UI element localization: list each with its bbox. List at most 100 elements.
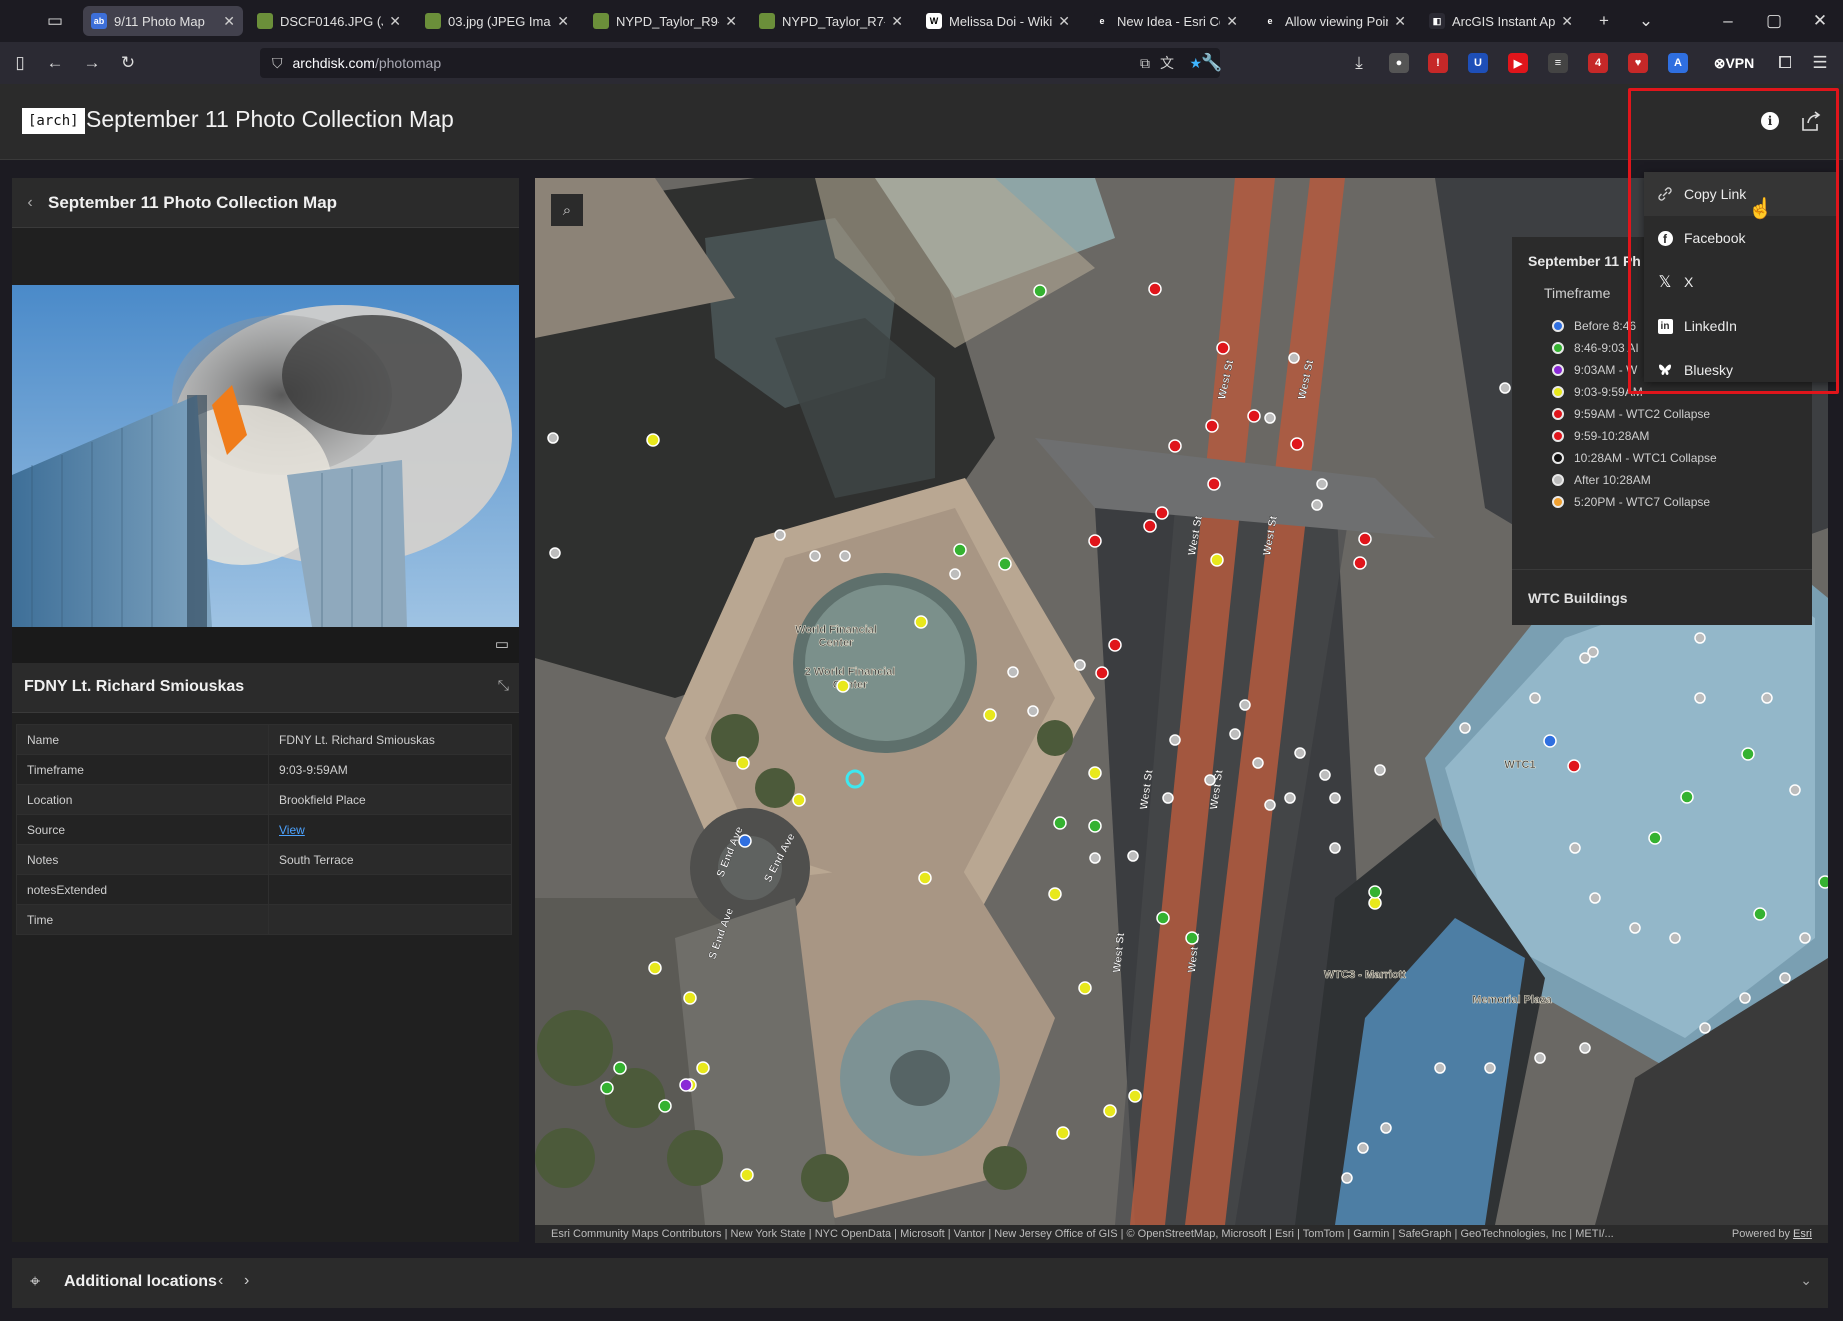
- map-point-marker[interactable]: [1007, 666, 1019, 678]
- map-point-marker[interactable]: [1264, 799, 1276, 811]
- browser-tab[interactable]: W Melissa Doi - Wikipe ✕: [918, 6, 1078, 36]
- map-point-marker[interactable]: [1484, 1062, 1496, 1074]
- next-location-chevron-icon[interactable]: ›: [244, 1272, 249, 1290]
- map-point-marker[interactable]: [1247, 409, 1261, 423]
- map-point-marker[interactable]: [1529, 692, 1541, 704]
- map-point-marker[interactable]: [1741, 747, 1755, 761]
- map-point-marker[interactable]: [1204, 774, 1216, 786]
- map-point-marker[interactable]: [1358, 532, 1372, 546]
- map-point-marker[interactable]: [1128, 1089, 1142, 1103]
- map-point-marker[interactable]: [914, 615, 928, 629]
- download-icon[interactable]: ⤓: [1347, 51, 1371, 75]
- prev-location-chevron-icon[interactable]: ‹: [218, 1272, 223, 1290]
- map-point-marker[interactable]: [839, 550, 851, 562]
- map-point-marker[interactable]: [1569, 842, 1581, 854]
- map-point-marker[interactable]: [1155, 506, 1169, 520]
- map-point-marker[interactable]: [1329, 792, 1341, 804]
- map-point-marker[interactable]: [1499, 382, 1511, 394]
- map-point-marker[interactable]: [1648, 831, 1662, 845]
- map-point-marker[interactable]: [1088, 766, 1102, 780]
- vpn-button[interactable]: ⊗ VPN: [1708, 53, 1760, 73]
- map-point-marker[interactable]: [809, 550, 821, 562]
- map-point-marker[interactable]: [1162, 792, 1174, 804]
- legend-group-wtc-buildings[interactable]: WTC Buildings: [1512, 569, 1812, 625]
- map-point-marker[interactable]: [1567, 759, 1581, 773]
- map-point-marker[interactable]: [1368, 885, 1382, 899]
- map-point-marker[interactable]: [1127, 850, 1139, 862]
- map-point-marker[interactable]: [1229, 728, 1241, 740]
- map-point-marker[interactable]: [1374, 764, 1386, 776]
- map-point-marker[interactable]: [646, 433, 660, 447]
- map-point-marker[interactable]: [983, 708, 997, 722]
- forward-icon[interactable]: →: [80, 51, 104, 75]
- map-point-marker[interactable]: [1459, 722, 1471, 734]
- reload-icon[interactable]: ↻: [116, 51, 140, 75]
- map-point-marker[interactable]: [1143, 519, 1157, 533]
- feature-photo[interactable]: [12, 285, 519, 627]
- new-tab-icon[interactable]: +: [1592, 9, 1616, 33]
- back-chevron-icon[interactable]: ‹: [12, 194, 48, 212]
- expand-chevron-icon[interactable]: ⌄: [1800, 1272, 1812, 1289]
- map-point-marker[interactable]: [1589, 892, 1601, 904]
- tab-close-icon[interactable]: ✕: [1226, 13, 1238, 30]
- map-point-marker[interactable]: [547, 432, 559, 444]
- tab-close-icon[interactable]: ✕: [389, 13, 401, 30]
- map-point-marker[interactable]: [949, 568, 961, 580]
- translate-ext-icon[interactable]: A: [1668, 53, 1688, 73]
- map-point-marker[interactable]: [1156, 911, 1170, 925]
- menu-icon[interactable]: ☰: [1808, 51, 1832, 75]
- tab-close-icon[interactable]: ✕: [1394, 13, 1406, 30]
- map-point-marker[interactable]: [1108, 638, 1122, 652]
- additional-locations-bar[interactable]: ⌖ Additional locations ‹ › ⌄: [12, 1258, 1828, 1308]
- browser-tab[interactable]: ◧ ArcGIS Instant Apps ✕: [1421, 6, 1581, 36]
- map-point-marker[interactable]: [549, 547, 561, 559]
- map-point-marker[interactable]: [1368, 896, 1382, 910]
- map-point-marker[interactable]: [1088, 819, 1102, 833]
- map-point-marker[interactable]: [1078, 981, 1092, 995]
- extension-icon-1[interactable]: ●: [1389, 53, 1409, 73]
- tab-close-icon[interactable]: ✕: [891, 13, 903, 30]
- wrench-icon[interactable]: 🔧: [1200, 51, 1224, 75]
- map-point-marker[interactable]: [658, 1099, 672, 1113]
- tab-close-icon[interactable]: ✕: [223, 13, 235, 30]
- map-point-marker[interactable]: [1739, 992, 1751, 1004]
- map-point-marker[interactable]: [679, 1078, 693, 1092]
- map-point-marker[interactable]: [998, 557, 1012, 571]
- map-point-marker[interactable]: [1543, 734, 1557, 748]
- browser-tab[interactable]: e Allow viewing Point c ✕: [1254, 6, 1414, 36]
- tab-overview-icon[interactable]: ▭: [43, 9, 67, 33]
- map-point-marker[interactable]: [1380, 1122, 1392, 1134]
- close-window-icon[interactable]: ✕: [1808, 9, 1832, 33]
- extension-icon-5[interactable]: ≡: [1548, 53, 1568, 73]
- map-point-marker[interactable]: [1053, 816, 1067, 830]
- map-point-marker[interactable]: [1210, 553, 1224, 567]
- map-point-marker[interactable]: [1579, 1042, 1591, 1054]
- back-icon[interactable]: ←: [43, 51, 67, 75]
- map-point-marker[interactable]: [1534, 1052, 1546, 1064]
- map-point-marker[interactable]: [1048, 887, 1062, 901]
- map-point-marker[interactable]: [1316, 478, 1328, 490]
- map-point-marker[interactable]: [836, 679, 850, 693]
- map-point-marker[interactable]: [1311, 499, 1323, 511]
- map-point-marker[interactable]: [1694, 632, 1706, 644]
- map-point-marker[interactable]: [648, 961, 662, 975]
- extension-icon-3[interactable]: U: [1468, 53, 1488, 73]
- map-point-marker[interactable]: [1629, 922, 1641, 934]
- browser-tab[interactable]: ab 9/11 Photo Map ✕: [83, 6, 243, 36]
- minimize-icon[interactable]: –: [1716, 9, 1740, 33]
- tab-close-icon[interactable]: ✕: [1058, 13, 1070, 30]
- youtube-ext-icon[interactable]: ▶: [1508, 53, 1528, 73]
- map-point-marker[interactable]: [1753, 907, 1767, 921]
- tab-list-icon[interactable]: ⌄: [1634, 9, 1658, 33]
- map-point-marker[interactable]: [740, 1168, 754, 1182]
- map-point-marker[interactable]: [1169, 734, 1181, 746]
- map-point-marker[interactable]: [1818, 875, 1828, 889]
- map-search-button[interactable]: ⌕: [551, 194, 583, 226]
- map-point-marker[interactable]: [1288, 352, 1300, 364]
- map-point-marker[interactable]: [683, 991, 697, 1005]
- map-point-marker[interactable]: [953, 543, 967, 557]
- extension-icon-2[interactable]: !: [1428, 53, 1448, 73]
- map-point-marker[interactable]: [1799, 932, 1811, 944]
- map-point-marker[interactable]: [600, 1081, 614, 1095]
- browser-tab[interactable]: DSCF0146.JPG (JPEG ✕: [249, 6, 409, 36]
